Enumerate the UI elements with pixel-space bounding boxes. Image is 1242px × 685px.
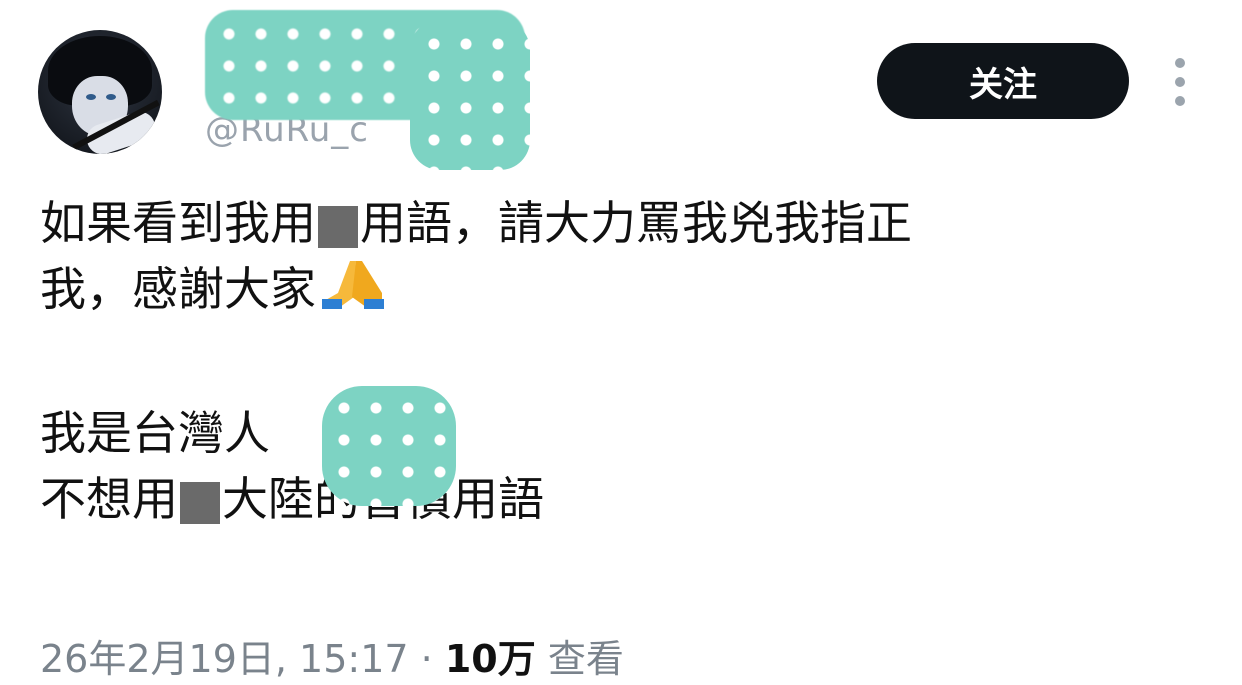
redaction-block — [318, 205, 358, 248]
tweet-line-1-start: 如果看到我用 — [40, 196, 316, 250]
tweet-text: 如果看到我用用語，請大力罵我兇我指正 我，感謝大家 我是台灣人 不想用大陸的習慣… — [40, 190, 1220, 532]
view-count: 10万 — [444, 637, 536, 681]
tweet-line-4-start: 不想用 — [40, 472, 178, 526]
folded-hands-icon — [320, 257, 386, 328]
redaction-block — [180, 481, 220, 524]
handle-redaction — [410, 20, 530, 170]
tweet-line-4: 不想用大陸的習慣用語 — [40, 466, 1220, 532]
tweet-meta: 26年2月19日, 15:17 · 10万 查看 — [40, 628, 624, 683]
follow-button[interactable]: 关注 — [877, 43, 1129, 119]
tweet-line-3: 我是台灣人 — [40, 406, 270, 460]
views-label: 查看 — [547, 637, 624, 681]
more-options-icon[interactable] — [1168, 58, 1192, 106]
meta-separator: · — [420, 637, 433, 681]
tweet-line-1-end: 用語，請大力罵我兇我指正 — [360, 196, 912, 250]
timestamp[interactable]: 26年2月19日, 15:17 — [40, 637, 409, 681]
user-info[interactable]: @RuRu_c — [205, 10, 535, 170]
tweet-line-2: 我，感謝大家 — [40, 256, 1220, 322]
avatar[interactable] — [38, 30, 162, 154]
tweet-line-1: 如果看到我用 用語，請大力罵我兇我指正 — [40, 190, 1220, 256]
avatar-eye-right — [106, 94, 116, 100]
avatar-eye-left — [86, 94, 96, 100]
inline-redaction — [322, 386, 456, 506]
tweet-line-2-text: 我，感謝大家 — [40, 262, 316, 316]
